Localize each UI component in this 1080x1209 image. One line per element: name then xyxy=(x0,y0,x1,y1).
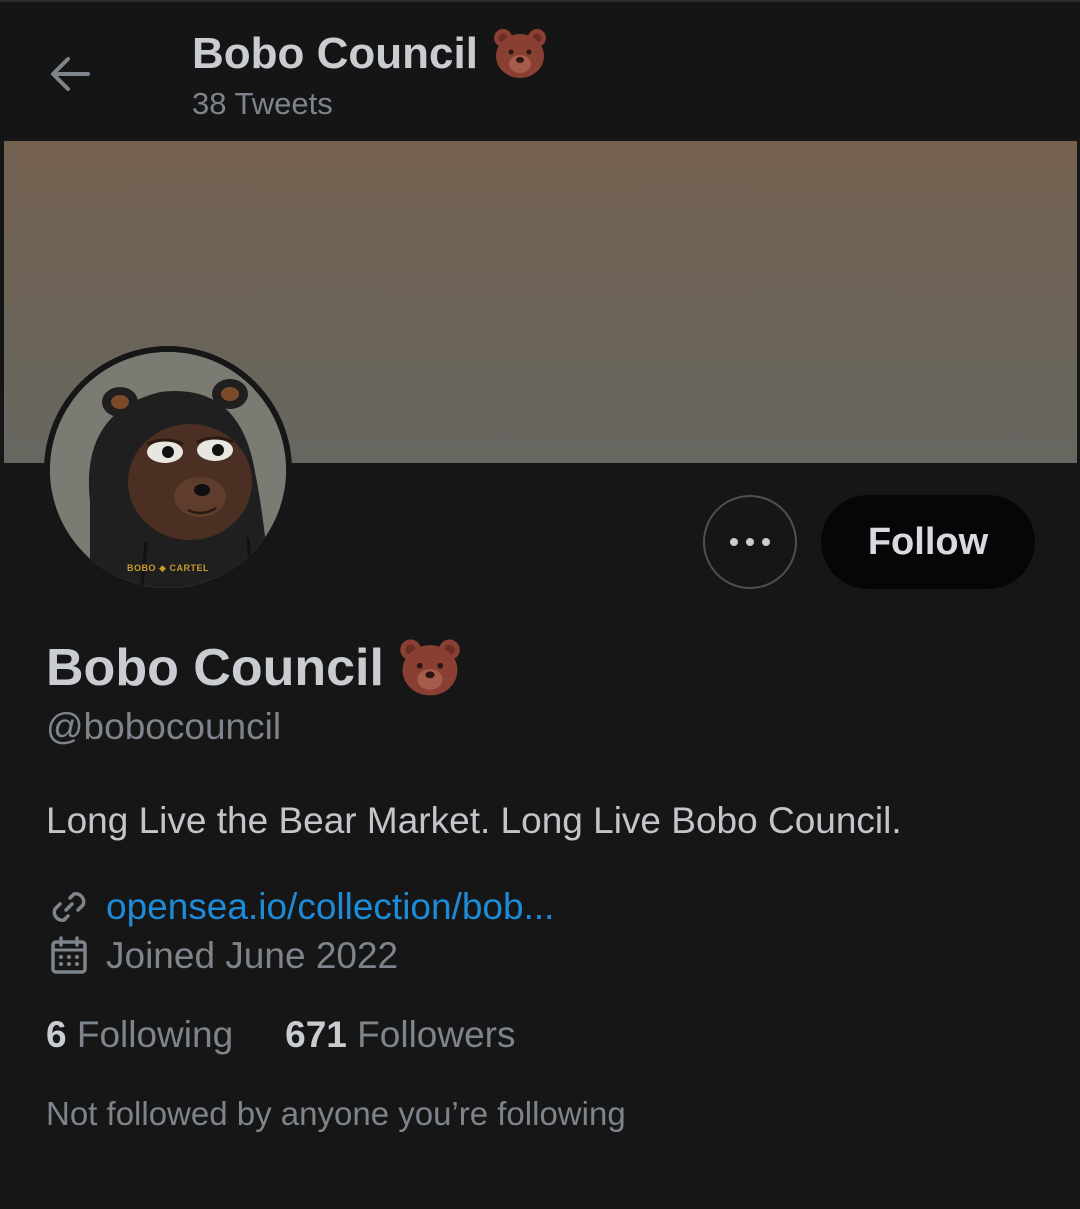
followers-label: Followers xyxy=(357,1014,516,1055)
profile-avatar[interactable]: BOBO ◆ CARTEL xyxy=(44,346,292,594)
bear-face-icon xyxy=(400,639,460,696)
avatar-image: BOBO ◆ CARTEL xyxy=(50,352,286,588)
profile-link-row: opensea.io/collection/bob... xyxy=(46,884,554,930)
following-link[interactable]: 6 Following xyxy=(46,1014,233,1056)
more-options-button[interactable] xyxy=(703,495,797,589)
social-context-text: Not followed by anyone you’re following xyxy=(46,1095,626,1132)
following-label: Following xyxy=(76,1014,234,1055)
followers-link[interactable]: 671 Followers xyxy=(285,1014,515,1056)
link-icon xyxy=(52,892,86,922)
more-horizontal-icon xyxy=(730,538,770,546)
hooded-bear-illustration xyxy=(50,352,286,588)
header-title-text: Bobo Council xyxy=(192,29,478,78)
profile-name-text: Bobo Council xyxy=(46,639,384,697)
tweet-count: 38 Tweets xyxy=(192,86,333,121)
follow-stats: 6 Following 671 Followers xyxy=(46,1014,516,1056)
joined-date: Joined June 2022 xyxy=(106,935,399,976)
back-button[interactable] xyxy=(40,44,100,104)
joined-date-row: Joined June 2022 xyxy=(46,933,398,979)
profile-name: Bobo Council xyxy=(46,636,462,700)
following-count: 6 xyxy=(46,1014,67,1055)
profile-handle: @bobocouncil xyxy=(46,706,282,747)
header-title: Bobo Council xyxy=(192,26,548,82)
avatar-badge-text: BOBO ◆ CARTEL xyxy=(127,563,209,573)
profile-bio: Long Live the Bear Market. Long Live Bob… xyxy=(46,800,902,841)
calendar-icon xyxy=(51,936,87,974)
followers-count: 671 xyxy=(285,1014,347,1055)
bear-face-icon xyxy=(493,29,546,78)
profile-link[interactable]: opensea.io/collection/bob... xyxy=(106,886,554,928)
back-arrow-icon xyxy=(51,57,90,91)
follow-button[interactable]: Follow xyxy=(821,495,1035,589)
top-bar: Bobo Council 38 Tweets xyxy=(0,0,1080,142)
